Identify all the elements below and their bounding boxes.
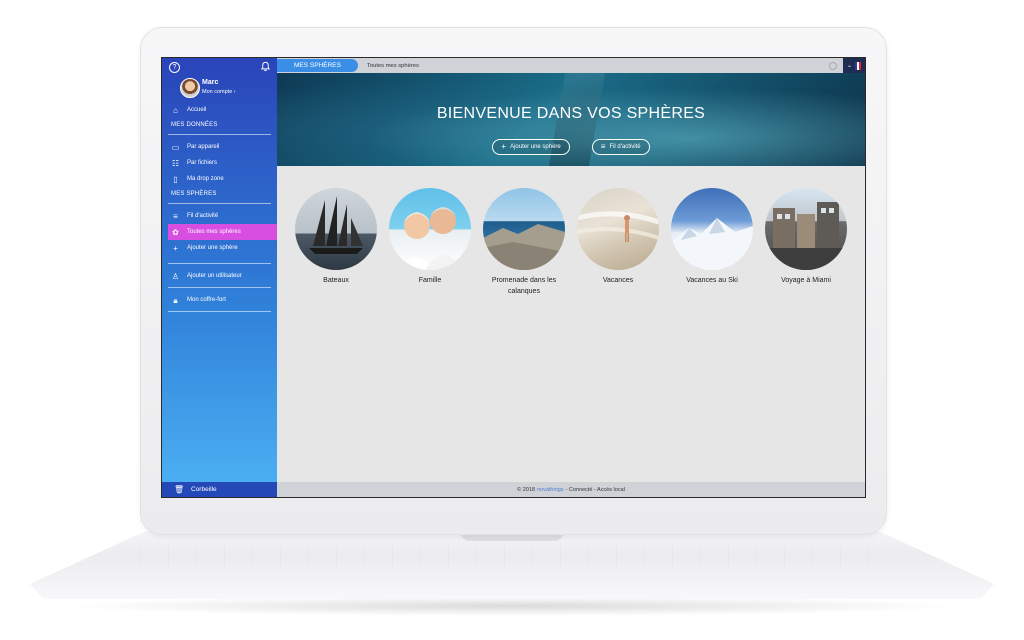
divider	[168, 203, 271, 204]
page-title: BIENVENUE DANS VOS SPHÈRES	[436, 105, 706, 122]
nav-item-fil-activite[interactable]: ≡ Fil d'activité	[162, 208, 277, 224]
miami-street-image	[765, 202, 847, 270]
ski-mountain-image	[671, 218, 753, 270]
add-user-icon: ♙	[171, 272, 180, 281]
chevron-right-icon: ›	[233, 89, 236, 95]
footer-copyright: © 2018	[517, 486, 535, 493]
top-bar: MES SPHÈRES Toutes mes sphères ⌄	[277, 58, 865, 73]
language-selector[interactable]: ⌄	[843, 58, 865, 73]
nav-item-ajouter-utilisateur[interactable]: ♙ Ajouter un utilisateur	[162, 268, 277, 284]
sphere-thumbnail[interactable]	[295, 188, 377, 270]
breadcrumb: Toutes mes sphères	[367, 62, 419, 69]
help-icon[interactable]: ?	[169, 62, 180, 73]
sphere-label: Bateaux	[323, 277, 349, 284]
sphere-label: Vacances au Ski	[686, 277, 738, 284]
sphere-card[interactable]: Bateaux	[290, 188, 382, 286]
nav-item-toutes-spheres[interactable]: ✿ Toutes mes sphères	[168, 224, 277, 240]
nav-label: Ma drop zone	[187, 176, 224, 182]
bell-icon[interactable]	[260, 61, 271, 72]
user-name: Marc	[202, 79, 219, 86]
nav-item-coffre-fort[interactable]: 🔒︎ Mon coffre-fort	[162, 292, 277, 308]
calanques-image	[483, 224, 565, 270]
nav-label: Mon coffre-fort	[187, 297, 226, 303]
main-content: MES SPHÈRES Toutes mes sphères ⌄ BIENVEN…	[277, 58, 865, 497]
footer-brand: novathings	[536, 486, 564, 493]
trash-button[interactable]: 🗑︎ Corbeille	[162, 482, 277, 497]
sphere-card[interactable]: Famille	[384, 188, 476, 286]
sphere-thumbnail[interactable]	[483, 188, 565, 270]
tab-mes-spheres[interactable]: MES SPHÈRES	[277, 59, 358, 72]
laptop-keyboard	[140, 545, 884, 571]
add-sphere-button[interactable]: + Ajouter une sphère	[492, 139, 570, 155]
sphere-thumbnail[interactable]	[577, 188, 659, 270]
sphere-card[interactable]: Vacances au Ski	[666, 188, 758, 286]
sphere-label: Promenade dans les calanques	[491, 277, 557, 295]
beach-child-image	[577, 211, 659, 242]
lock-icon: 🔒︎	[173, 296, 178, 305]
divider	[168, 311, 271, 312]
add-sphere-label: Ajouter une sphère	[510, 144, 561, 150]
home-icon: ⌂	[173, 106, 178, 115]
divider	[168, 287, 271, 288]
sidebar: ? Marc Mon compte › ⌂ Accueil MES DONNÉE…	[162, 58, 277, 497]
list-icon: ≡	[173, 212, 178, 221]
nav-item-par-fichiers[interactable]: ☷ Par fichiers	[162, 155, 277, 171]
sphere-card[interactable]: Promenade dans les calanques	[478, 188, 570, 297]
trash-icon: 🗑︎	[174, 485, 185, 494]
search-icon[interactable]	[829, 62, 837, 70]
sphere-card[interactable]: Voyage à Miami	[760, 188, 852, 286]
sphere-thumbnail[interactable]	[389, 188, 471, 270]
nav-label: Fil d'activité	[187, 213, 219, 219]
hero-buttons: + Ajouter une sphère ≡ Fil d'activité	[277, 139, 865, 155]
devices-icon: ▭	[171, 143, 180, 152]
family-image	[397, 207, 463, 270]
divider	[168, 263, 271, 264]
nav-item-accueil[interactable]: ⌂ Accueil	[162, 102, 277, 118]
files-icon: ☷	[171, 159, 180, 168]
list-icon: ≡	[600, 142, 606, 151]
nav-item-par-appareil[interactable]: ▭ Par appareil	[162, 139, 277, 155]
nav-label: Ajouter une sphère	[187, 245, 238, 251]
divider	[168, 134, 271, 135]
drop-zone-icon: ▯	[173, 175, 178, 184]
french-flag-icon	[855, 61, 862, 70]
nav-item-drop-zone[interactable]: ▯ Ma drop zone	[162, 171, 277, 187]
sphere-thumbnail[interactable]	[765, 188, 847, 270]
avatar	[180, 78, 200, 98]
sailboat-image	[309, 196, 363, 254]
spheres-icon: ✿	[172, 228, 179, 237]
nav-label: Par appareil	[187, 144, 220, 150]
activity-feed-label: Fil d'activité	[609, 144, 641, 150]
nav-label: Ajouter un utilisateur	[187, 273, 242, 279]
spheres-grid: Bateaux Famille Promenade dans les calan…	[277, 166, 865, 482]
account-link[interactable]: Mon compte ›	[202, 89, 236, 95]
section-title-donnees: MES DONNÉES	[171, 121, 218, 128]
app-screen: ? Marc Mon compte › ⌂ Accueil MES DONNÉE…	[161, 57, 866, 498]
account-label: Mon compte	[202, 89, 233, 95]
activity-feed-button[interactable]: ≡ Fil d'activité	[591, 139, 650, 155]
footer: © 2018 novathings - Connecté - Accès loc…	[277, 482, 865, 497]
sphere-label: Vacances	[602, 277, 634, 284]
chevron-down-icon: ⌄	[846, 63, 853, 69]
user-profile[interactable]: Marc Mon compte ›	[162, 76, 277, 102]
nav-label: Par fichiers	[187, 160, 218, 166]
plus-icon: +	[501, 142, 507, 151]
sphere-label: Voyage à Miami	[781, 277, 831, 284]
section-title-spheres: MES SPHÈRES	[171, 190, 217, 197]
nav-label: Toutes mes sphères	[187, 229, 241, 235]
plus-icon: +	[173, 244, 178, 253]
nav-label: Accueil	[187, 107, 207, 113]
sidebar-top-bar: ?	[162, 58, 277, 76]
laptop-shadow	[60, 596, 964, 616]
footer-status: - Connecté - Accès local	[565, 486, 625, 493]
sphere-label: Famille	[418, 277, 442, 284]
sphere-card[interactable]: Vacances	[572, 188, 664, 286]
trash-label: Corbeille	[191, 486, 217, 493]
nav-item-ajouter-sphere[interactable]: + Ajouter une sphère	[162, 240, 277, 256]
hero-banner: BIENVENUE DANS VOS SPHÈRES + Ajouter une…	[277, 73, 865, 166]
sphere-thumbnail[interactable]	[671, 188, 753, 270]
